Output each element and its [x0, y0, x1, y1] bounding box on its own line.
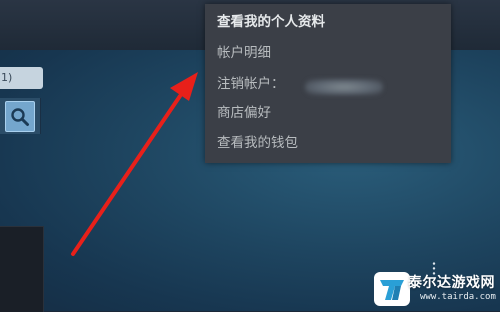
site-name: 泰尔达游戏网 [408, 275, 495, 291]
site-watermark-logo: 泰尔达游戏网 www.tairda.com [368, 268, 500, 311]
site-url: www.tairda.com [420, 292, 496, 302]
site-logo-icon [374, 272, 410, 306]
red-arrow-annotation [71, 72, 198, 256]
